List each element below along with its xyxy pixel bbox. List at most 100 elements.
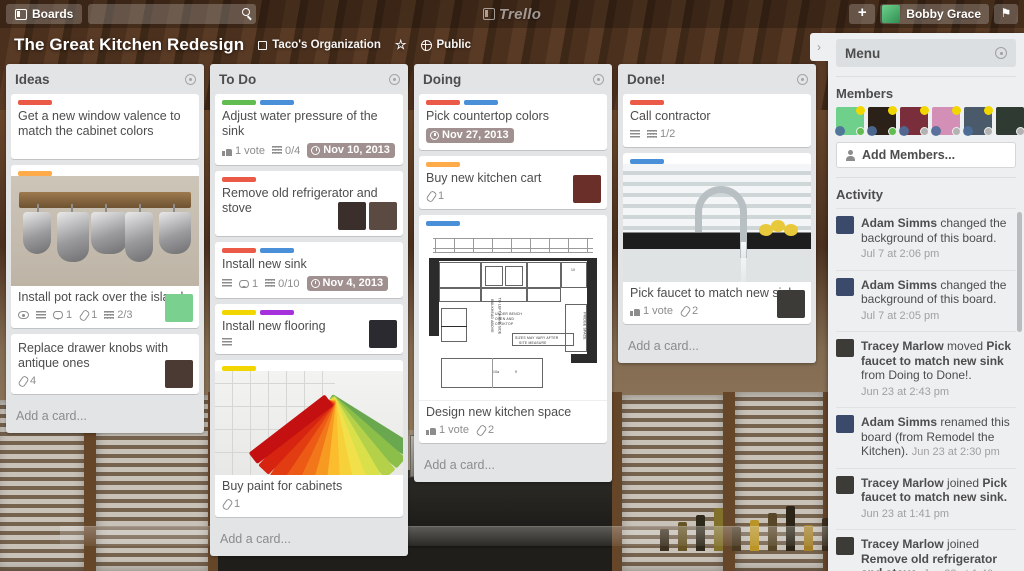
add-members-button[interactable]: Add Members...: [836, 142, 1016, 168]
activity-avatar[interactable]: [836, 475, 854, 494]
card-title: Pick countertop colors: [426, 109, 549, 123]
card-cover-paint-fan: [215, 371, 403, 475]
add-card-button[interactable]: Add a card...: [618, 330, 816, 357]
card[interactable]: Call contractor 1/2: [623, 94, 811, 147]
activity-actor[interactable]: Adam Simms: [861, 278, 937, 292]
board-visibility[interactable]: Public: [420, 39, 472, 51]
current-user-menu[interactable]: Bobby Grace: [880, 4, 989, 24]
activity-avatar[interactable]: [836, 339, 854, 357]
card[interactable]: Pick faucet to match new sink 1 vote 2: [623, 153, 811, 324]
card[interactable]: Remove old refrigerator and stove: [215, 171, 403, 236]
card-member-avatar[interactable]: [165, 294, 193, 322]
board-title[interactable]: The Great Kitchen Redesign: [14, 35, 244, 55]
add-button[interactable]: +: [849, 4, 876, 24]
attachment-icon: [222, 499, 231, 509]
card-member-avatar[interactable]: [777, 290, 805, 318]
add-card-button[interactable]: Add a card...: [414, 449, 612, 476]
card[interactable]: Replace drawer knobs with antique ones 4: [11, 334, 199, 394]
divider: [836, 177, 1016, 178]
activity-avatar[interactable]: [836, 415, 854, 433]
member-avatar[interactable]: [963, 106, 993, 136]
board-canvas: Ideas Get a new window valence to match t…: [0, 64, 824, 571]
activity-text: Tracey Marlow joined Remove old refriger…: [861, 537, 1016, 571]
clock-icon: [310, 278, 320, 288]
activity-actor[interactable]: Tracey Marlow: [861, 339, 944, 353]
badge-text: 1: [66, 309, 73, 321]
add-card-button[interactable]: Add a card...: [210, 523, 408, 550]
card[interactable]: Install new sink 1 0/10 Nov 4, 2013: [215, 242, 403, 298]
card[interactable]: Adjust water pressure of the sink 1 vote 0…: [215, 94, 403, 165]
board-organization[interactable]: Taco's Organization: [258, 39, 381, 51]
card[interactable]: Get a new window valence to match the ca…: [11, 94, 199, 159]
card-title: Design new kitchen space: [426, 405, 572, 419]
card-member-avatar[interactable]: [165, 360, 193, 388]
add-card-button[interactable]: Add a card...: [6, 400, 204, 427]
member-avatar[interactable]: [899, 106, 929, 136]
list-title[interactable]: Ideas: [15, 72, 50, 87]
activity-actor[interactable]: Tracey Marlow: [861, 537, 944, 551]
card-member-avatar[interactable]: [573, 175, 601, 203]
card[interactable]: Install pot rack over the island 1 1 2/3: [11, 165, 199, 328]
badge-attachment: 1: [222, 498, 240, 510]
due-date-badge: Nov 4, 2013: [306, 276, 389, 291]
attachment-icon: [680, 306, 689, 316]
member-avatar[interactable]: [996, 107, 1024, 136]
close-icon[interactable]: [995, 47, 1007, 59]
list-title[interactable]: Done!: [627, 72, 665, 87]
card-label: [18, 100, 52, 105]
activity-action: moved: [943, 339, 987, 353]
activity-avatar[interactable]: [836, 277, 854, 296]
activity-actor[interactable]: Tracey Marlow: [861, 476, 944, 490]
card-labels: [419, 156, 607, 167]
member-avatar[interactable]: [931, 106, 961, 136]
badge-attachment: 4: [18, 375, 36, 387]
boards-button[interactable]: Boards: [6, 4, 83, 24]
card[interactable]: UNDER BENCH OVEN AND COOKTOP SIZES MAY VARY…: [419, 215, 607, 443]
card-list: Adjust water pressure of the sink 1 vote 0…: [210, 94, 408, 523]
activity-item: Adam Simms changed the background of thi…: [836, 208, 1016, 270]
badge-checklist: 0/4: [271, 145, 300, 157]
member-avatar[interactable]: [835, 106, 865, 136]
card-labels: [215, 242, 403, 253]
badge-description: [36, 310, 46, 320]
star-board-button[interactable]: ☆: [395, 37, 407, 53]
badge-description: [630, 129, 640, 139]
globe-icon: [420, 39, 432, 51]
list-menu-icon[interactable]: [593, 74, 604, 85]
list-title[interactable]: To Do: [219, 72, 256, 87]
card[interactable]: Install new flooring: [215, 304, 403, 354]
sidebar-menu-header[interactable]: Menu: [836, 39, 1016, 67]
list-menu-icon[interactable]: [185, 74, 196, 85]
list-menu-icon[interactable]: [389, 74, 400, 85]
card[interactable]: Buy new kitchen cart 1: [419, 156, 607, 209]
list-title[interactable]: Doing: [423, 72, 461, 87]
board-sidebar: Menu Members W Add Members... Activity A…: [828, 33, 1024, 571]
notifications-button[interactable]: ⚑: [994, 4, 1018, 24]
badge-comment: 1: [53, 309, 72, 321]
activity-avatar[interactable]: [836, 216, 854, 234]
sidebar-toggle-button[interactable]: ›: [810, 33, 828, 61]
card-member-avatar[interactable]: [338, 202, 366, 230]
member-badge-icon: [835, 126, 845, 136]
trello-logo: Trello: [466, 6, 558, 23]
search-input[interactable]: [88, 4, 257, 24]
sidebar-scrollbar[interactable]: [1017, 212, 1022, 332]
card[interactable]: Pick countertop colors Nov 27, 2013: [419, 94, 607, 150]
member-star-icon: [888, 106, 897, 115]
activity-text: Adam Simms changed the background of thi…: [861, 278, 1016, 324]
list-menu-icon[interactable]: [797, 74, 808, 85]
activity-actor[interactable]: Adam Simms: [861, 415, 937, 429]
activity-actor[interactable]: Adam Simms: [861, 216, 937, 230]
activity-action: joined: [943, 475, 983, 490]
visibility-label: Public: [436, 39, 472, 51]
card-member-avatar[interactable]: [369, 202, 397, 230]
activity-heading: Activity: [836, 187, 883, 202]
card-label: [260, 310, 294, 315]
card-member-avatar[interactable]: [369, 320, 397, 348]
member-avatar[interactable]: [867, 106, 897, 136]
sidebar-menu-label: Menu: [845, 45, 881, 61]
card[interactable]: Buy paint for cabinets 1: [215, 360, 403, 517]
search-field-wrapper: [88, 4, 257, 24]
activity-avatar[interactable]: [836, 537, 854, 555]
card-labels: [215, 304, 403, 315]
